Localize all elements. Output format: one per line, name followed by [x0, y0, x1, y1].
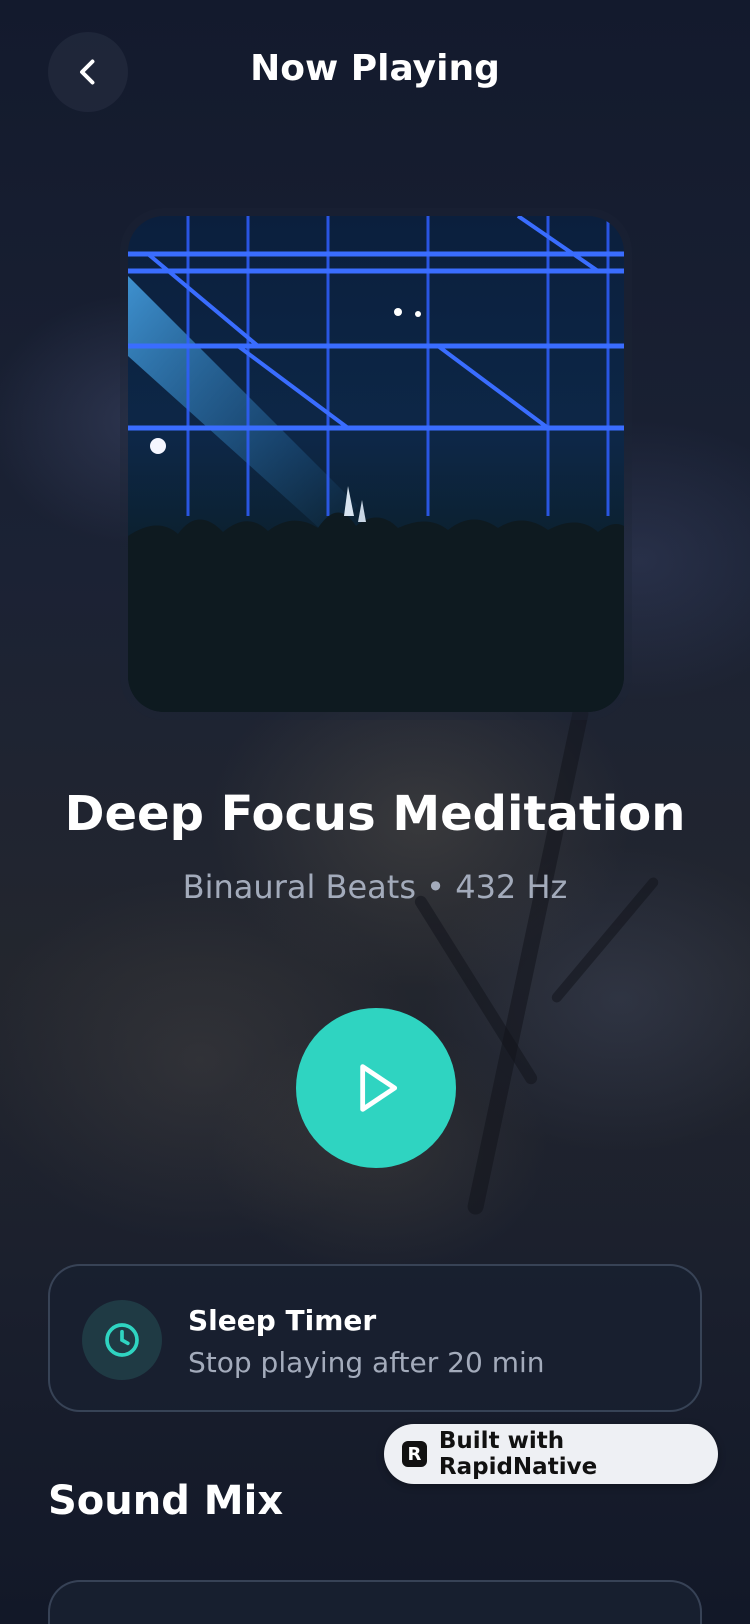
play-icon	[360, 1064, 398, 1112]
sleep-timer-icon-badge	[82, 1300, 162, 1380]
sleep-timer-title: Sleep Timer	[188, 1304, 377, 1337]
album-artwork	[128, 216, 624, 712]
concert-stage-image	[128, 216, 624, 712]
sleep-timer-subtitle: Stop playing after 20 min	[188, 1346, 545, 1379]
track-title: Deep Focus Meditation	[64, 786, 686, 842]
play-button[interactable]	[296, 1008, 456, 1168]
background-branch	[466, 704, 590, 1216]
rapidnative-logo-icon: R	[402, 1441, 427, 1467]
track-subtitle: Binaural Beats • 432 Hz	[182, 868, 568, 906]
page-title: Now Playing	[250, 48, 500, 89]
sleep-timer-card[interactable]: Sleep Timer Stop playing after 20 min	[48, 1264, 702, 1412]
sound-mix-card[interactable]	[48, 1580, 702, 1624]
sound-mix-title: Sound Mix	[48, 1478, 284, 1524]
clock-icon	[105, 1323, 139, 1357]
now-playing-screen: Now Playing Deep Focus Meditation Binaur…	[0, 0, 750, 1624]
badge-label: Built with RapidNative	[438, 1428, 598, 1480]
built-with-badge[interactable]: R Built with RapidNative	[384, 1424, 718, 1484]
